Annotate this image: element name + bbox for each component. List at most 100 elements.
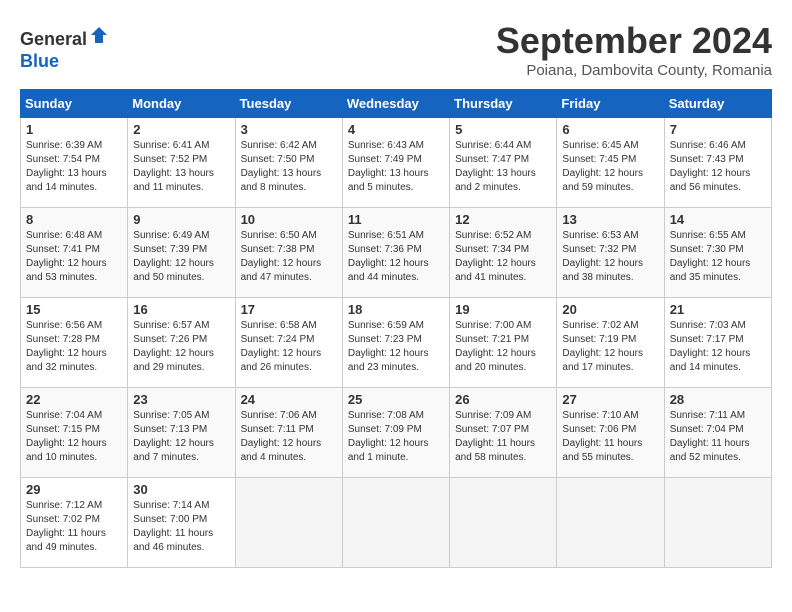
- calendar-day-cell: 26 Sunrise: 7:09 AM Sunset: 7:07 PM Dayli…: [450, 388, 557, 478]
- calendar-day-cell: 18 Sunrise: 6:59 AM Sunset: 7:23 PM Dayli…: [342, 298, 449, 388]
- calendar-day-cell: 15Sunrise: 6:56 AM Sunset: 7:28 PM Dayli…: [21, 298, 128, 388]
- calendar-day-cell: [664, 478, 771, 568]
- day-info: Sunrise: 7:14 AM Sunset: 7:00 PM Dayligh…: [133, 499, 229, 555]
- weekday-header-cell: Monday: [128, 90, 235, 118]
- weekday-header-cell: Friday: [557, 90, 664, 118]
- calendar-day-cell: 16Sunrise: 6:57 AM Sunset: 7:26 PM Dayli…: [128, 298, 235, 388]
- calendar-day-cell: [235, 478, 342, 568]
- calendar-day-cell: 20 Sunrise: 7:02 AM Sunset: 7:19 PM Dayli…: [557, 298, 664, 388]
- calendar-week-row: 15Sunrise: 6:56 AM Sunset: 7:28 PM Dayli…: [21, 298, 772, 388]
- day-info: Sunrise: 6:41 AM Sunset: 7:52 PM Dayligh…: [133, 139, 229, 195]
- calendar-day-cell: 14 Sunrise: 6:55 AM Sunset: 7:30 PM Dayli…: [664, 208, 771, 298]
- day-number: 11: [348, 212, 444, 227]
- calendar-table: SundayMondayTuesdayWednesdayThursdayFrid…: [20, 89, 772, 568]
- calendar-day-cell: 3 Sunrise: 6:42 AM Sunset: 7:50 PM Daylig…: [235, 118, 342, 208]
- day-number: 17: [241, 302, 337, 317]
- calendar-day-cell: 13 Sunrise: 6:53 AM Sunset: 7:32 PM Dayli…: [557, 208, 664, 298]
- day-info: Sunrise: 7:08 AM Sunset: 7:09 PM Dayligh…: [348, 409, 444, 465]
- day-info: Sunrise: 7:03 AM Sunset: 7:17 PM Dayligh…: [670, 319, 766, 375]
- calendar-day-cell: 22 Sunrise: 7:04 AM Sunset: 7:15 PM Dayli…: [21, 388, 128, 478]
- day-info: Sunrise: 6:50 AM Sunset: 7:38 PM Dayligh…: [241, 229, 337, 285]
- weekday-header-cell: Thursday: [450, 90, 557, 118]
- calendar-day-cell: 5Sunrise: 6:44 AM Sunset: 7:47 PM Daylig…: [450, 118, 557, 208]
- logo-general: General: [20, 29, 87, 49]
- day-number: 26: [455, 392, 551, 407]
- calendar-day-cell: 27 Sunrise: 7:10 AM Sunset: 7:06 PM Dayli…: [557, 388, 664, 478]
- calendar-body: 1Sunrise: 6:39 AM Sunset: 7:54 PM Daylig…: [21, 118, 772, 568]
- calendar-day-cell: [557, 478, 664, 568]
- day-info: Sunrise: 6:51 AM Sunset: 7:36 PM Dayligh…: [348, 229, 444, 285]
- day-number: 2: [133, 122, 229, 137]
- day-number: 29: [26, 482, 122, 497]
- day-info: Sunrise: 7:06 AM Sunset: 7:11 PM Dayligh…: [241, 409, 337, 465]
- calendar-day-cell: 7 Sunrise: 6:46 AM Sunset: 7:43 PM Daylig…: [664, 118, 771, 208]
- logo-blue: Blue: [20, 51, 59, 71]
- day-number: 22: [26, 392, 122, 407]
- calendar-day-cell: [342, 478, 449, 568]
- day-info: Sunrise: 7:02 AM Sunset: 7:19 PM Dayligh…: [562, 319, 658, 375]
- title-block: September 2024 Poiana, Dambovita County,…: [496, 20, 772, 79]
- calendar-day-cell: 19 Sunrise: 7:00 AM Sunset: 7:21 PM Dayli…: [450, 298, 557, 388]
- day-info: Sunrise: 7:04 AM Sunset: 7:15 PM Dayligh…: [26, 409, 122, 465]
- day-info: Sunrise: 7:09 AM Sunset: 7:07 PM Dayligh…: [455, 409, 551, 465]
- calendar-day-cell: 2 Sunrise: 6:41 AM Sunset: 7:52 PM Daylig…: [128, 118, 235, 208]
- calendar-day-cell: 12 Sunrise: 6:52 AM Sunset: 7:34 PM Dayli…: [450, 208, 557, 298]
- day-number: 6: [562, 122, 658, 137]
- page-header: General Blue September 2024 Poiana, Damb…: [20, 20, 772, 79]
- weekday-header-cell: Wednesday: [342, 90, 449, 118]
- logo: General Blue: [20, 25, 109, 72]
- calendar-day-cell: 9 Sunrise: 6:49 AM Sunset: 7:39 PM Daylig…: [128, 208, 235, 298]
- day-number: 30: [133, 482, 229, 497]
- day-info: Sunrise: 6:53 AM Sunset: 7:32 PM Dayligh…: [562, 229, 658, 285]
- day-info: Sunrise: 6:45 AM Sunset: 7:45 PM Dayligh…: [562, 139, 658, 195]
- day-info: Sunrise: 6:42 AM Sunset: 7:50 PM Dayligh…: [241, 139, 337, 195]
- day-number: 16: [133, 302, 229, 317]
- day-number: 19: [455, 302, 551, 317]
- day-info: Sunrise: 6:55 AM Sunset: 7:30 PM Dayligh…: [670, 229, 766, 285]
- day-number: 13: [562, 212, 658, 227]
- calendar-day-cell: 25 Sunrise: 7:08 AM Sunset: 7:09 PM Dayli…: [342, 388, 449, 478]
- day-info: Sunrise: 6:59 AM Sunset: 7:23 PM Dayligh…: [348, 319, 444, 375]
- day-number: 20: [562, 302, 658, 317]
- calendar-day-cell: 6 Sunrise: 6:45 AM Sunset: 7:45 PM Daylig…: [557, 118, 664, 208]
- calendar-day-cell: 24 Sunrise: 7:06 AM Sunset: 7:11 PM Dayli…: [235, 388, 342, 478]
- calendar-week-row: 8 Sunrise: 6:48 AM Sunset: 7:41 PM Daylig…: [21, 208, 772, 298]
- day-number: 27: [562, 392, 658, 407]
- day-info: Sunrise: 7:12 AM Sunset: 7:02 PM Dayligh…: [26, 499, 122, 555]
- day-number: 1: [26, 122, 122, 137]
- day-info: Sunrise: 6:46 AM Sunset: 7:43 PM Dayligh…: [670, 139, 766, 195]
- calendar-week-row: 29 Sunrise: 7:12 AM Sunset: 7:02 PM Dayli…: [21, 478, 772, 568]
- day-number: 5: [455, 122, 551, 137]
- location: Poiana, Dambovita County, Romania: [496, 62, 772, 79]
- calendar-day-cell: 30 Sunrise: 7:14 AM Sunset: 7:00 PM Dayli…: [128, 478, 235, 568]
- day-number: 24: [241, 392, 337, 407]
- day-number: 14: [670, 212, 766, 227]
- calendar-day-cell: [450, 478, 557, 568]
- day-number: 4: [348, 122, 444, 137]
- day-info: Sunrise: 7:00 AM Sunset: 7:21 PM Dayligh…: [455, 319, 551, 375]
- day-info: Sunrise: 6:48 AM Sunset: 7:41 PM Dayligh…: [26, 229, 122, 285]
- day-number: 9: [133, 212, 229, 227]
- logo-icon: [89, 25, 109, 45]
- day-number: 8: [26, 212, 122, 227]
- day-info: Sunrise: 6:52 AM Sunset: 7:34 PM Dayligh…: [455, 229, 551, 285]
- month-title: September 2024: [496, 20, 772, 62]
- day-info: Sunrise: 7:10 AM Sunset: 7:06 PM Dayligh…: [562, 409, 658, 465]
- calendar-day-cell: 21Sunrise: 7:03 AM Sunset: 7:17 PM Dayli…: [664, 298, 771, 388]
- day-info: Sunrise: 7:11 AM Sunset: 7:04 PM Dayligh…: [670, 409, 766, 465]
- day-number: 3: [241, 122, 337, 137]
- weekday-header-cell: Saturday: [664, 90, 771, 118]
- calendar-day-cell: 1Sunrise: 6:39 AM Sunset: 7:54 PM Daylig…: [21, 118, 128, 208]
- day-number: 18: [348, 302, 444, 317]
- day-number: 12: [455, 212, 551, 227]
- day-info: Sunrise: 6:58 AM Sunset: 7:24 PM Dayligh…: [241, 319, 337, 375]
- day-number: 25: [348, 392, 444, 407]
- calendar-day-cell: 28 Sunrise: 7:11 AM Sunset: 7:04 PM Dayli…: [664, 388, 771, 478]
- day-number: 7: [670, 122, 766, 137]
- weekday-header-row: SundayMondayTuesdayWednesdayThursdayFrid…: [21, 90, 772, 118]
- day-info: Sunrise: 6:43 AM Sunset: 7:49 PM Dayligh…: [348, 139, 444, 195]
- day-info: Sunrise: 6:56 AM Sunset: 7:28 PM Dayligh…: [26, 319, 122, 375]
- calendar-day-cell: 29 Sunrise: 7:12 AM Sunset: 7:02 PM Dayli…: [21, 478, 128, 568]
- day-number: 28: [670, 392, 766, 407]
- day-info: Sunrise: 6:49 AM Sunset: 7:39 PM Dayligh…: [133, 229, 229, 285]
